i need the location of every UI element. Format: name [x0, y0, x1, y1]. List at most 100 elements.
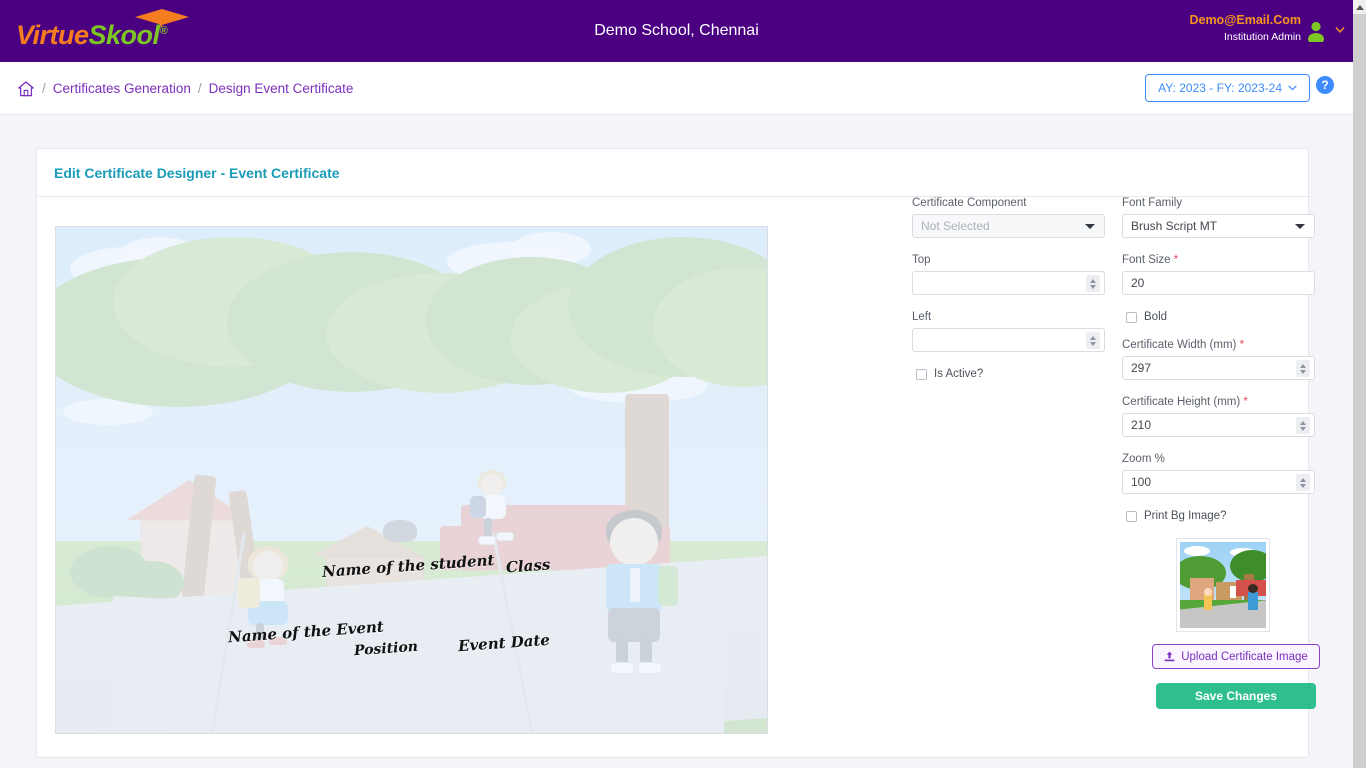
is-active-checkbox[interactable]: [916, 368, 927, 380]
left-stepper[interactable]: [1086, 332, 1100, 349]
user-email: Demo@Email.Com: [1189, 13, 1301, 27]
field-certificate-width: Certificate Width (mm) * 297: [1122, 339, 1315, 380]
bold-label: Bold: [1144, 311, 1168, 323]
field-zoom: Zoom % 100: [1122, 453, 1315, 494]
app-logo[interactable]: VirtueSkool®: [16, 6, 226, 56]
academic-year-selector[interactable]: AY: 2023 - FY: 2023-24: [1145, 74, 1310, 102]
home-icon[interactable]: [17, 80, 35, 98]
upload-certificate-image-label: Upload Certificate Image: [1181, 650, 1308, 663]
stepper-up-icon[interactable]: [1300, 420, 1306, 425]
breadcrumb-separator-1: /: [42, 80, 46, 96]
top-input[interactable]: [921, 275, 1071, 291]
zoom-label: Zoom %: [1122, 453, 1165, 465]
field-certificate-height: Certificate Height (mm) * 210: [1122, 396, 1315, 437]
logo-virtue: Virtue: [16, 20, 89, 50]
left-input-wrapper[interactable]: [912, 328, 1105, 352]
breadcrumb-item-certificates-generation[interactable]: Certificates Generation: [53, 81, 191, 96]
zoom-value: 100: [1131, 475, 1152, 489]
vertical-scrollbar[interactable]: [1353, 0, 1366, 768]
breadcrumb: / Certificates Generation / Design Event…: [42, 78, 353, 98]
user-role: Institution Admin: [1223, 30, 1301, 43]
font-family-value: Brush Script MT: [1131, 219, 1218, 233]
breadcrumb-item-current: Design Event Certificate: [208, 80, 354, 96]
certificate-width-input-wrapper[interactable]: 297: [1122, 356, 1315, 380]
academic-year-label: AY: 2023 - FY: 2023-24: [1158, 81, 1282, 95]
field-font-family: Font Family Brush Script MT: [1122, 197, 1315, 238]
bold-checkbox[interactable]: [1126, 311, 1137, 323]
zoom-stepper[interactable]: [1296, 474, 1310, 491]
certificate-component-select[interactable]: Not Selected: [912, 214, 1105, 238]
certificate-component-label: Certificate Component: [912, 197, 1027, 209]
certificate-background-image: [56, 227, 767, 733]
certificate-image-thumbnail[interactable]: [1176, 538, 1270, 632]
avatar-icon[interactable]: [1305, 20, 1327, 42]
certificate-height-stepper[interactable]: [1296, 417, 1310, 434]
stepper-down-icon[interactable]: [1090, 341, 1096, 346]
graduation-cap-icon: [135, 9, 189, 27]
field-is-active[interactable]: Is Active?: [916, 368, 1105, 380]
stepper-up-icon[interactable]: [1300, 477, 1306, 482]
top-header: VirtueSkool® Demo School, Chennai Demo@E…: [0, 0, 1353, 62]
top-label: Top: [912, 254, 931, 266]
upload-icon: [1164, 651, 1175, 662]
user-info[interactable]: Demo@Email.Com Institution Admin: [1189, 13, 1301, 44]
thumbnail-scene: [1180, 542, 1266, 628]
is-active-label: Is Active?: [934, 368, 984, 380]
font-size-label-text: Font Size: [1122, 254, 1171, 266]
stepper-up-icon[interactable]: [1090, 278, 1096, 283]
field-left: Left: [912, 311, 1105, 352]
certificate-height-label-text: Certificate Height (mm): [1122, 396, 1241, 408]
font-size-required-marker: *: [1173, 254, 1179, 266]
certificate-component-value: Not Selected: [921, 219, 990, 233]
field-certificate-component: Certificate Component Not Selected: [912, 197, 1105, 238]
left-input[interactable]: [921, 332, 1071, 348]
form-column-left: Certificate Component Not Selected Top L…: [912, 197, 1105, 396]
field-font-size: Font Size * 20: [1122, 254, 1315, 295]
certificate-width-label-text: Certificate Width (mm): [1122, 339, 1237, 351]
top-stepper[interactable]: [1086, 275, 1100, 292]
upload-certificate-image-button[interactable]: Upload Certificate Image: [1152, 644, 1320, 669]
font-family-select[interactable]: Brush Script MT: [1122, 214, 1315, 238]
chevron-down-icon: [1288, 85, 1297, 91]
top-input-wrapper[interactable]: [912, 271, 1105, 295]
card-title: Edit Certificate Designer - Event Certif…: [54, 164, 340, 181]
scroll-up-button[interactable]: [1353, 0, 1366, 14]
zoom-input-wrapper[interactable]: 100: [1122, 470, 1315, 494]
certificate-width-stepper[interactable]: [1296, 360, 1310, 377]
font-family-label: Font Family: [1122, 197, 1183, 209]
certificate-preview-canvas[interactable]: Name of the student Class Name of the Even…: [55, 226, 768, 734]
logo-text: VirtueSkool®: [16, 6, 226, 60]
field-print-bg-image[interactable]: Print Bg Image?: [1126, 510, 1315, 522]
certificate-designer-card: Edit Certificate Designer - Event Certif…: [36, 148, 1320, 758]
print-bg-image-checkbox[interactable]: [1126, 510, 1137, 522]
font-size-label: Font Size *: [1122, 254, 1315, 266]
certificate-height-label: Certificate Height (mm) *: [1122, 396, 1315, 408]
card-body: Name of the student Class Name of the Even…: [37, 197, 1320, 758]
font-size-input-wrapper[interactable]: 20: [1122, 271, 1315, 295]
stepper-up-icon[interactable]: [1300, 363, 1306, 368]
certificate-placeholder[interactable]: Class: [505, 555, 550, 576]
chevron-up-icon: [1355, 4, 1364, 10]
stepper-down-icon[interactable]: [1090, 284, 1096, 289]
stepper-up-icon[interactable]: [1090, 335, 1096, 340]
certificate-height-input-wrapper[interactable]: 210: [1122, 413, 1315, 437]
card-header: Edit Certificate Designer - Event Certif…: [37, 149, 1308, 197]
help-icon[interactable]: ?: [1316, 76, 1334, 94]
left-label: Left: [912, 311, 932, 323]
certificate-height-required-marker: *: [1243, 396, 1248, 408]
form-column-right: Font Family Brush Script MT Font Size * …: [1122, 197, 1320, 709]
chevron-down-icon: [1295, 224, 1305, 229]
chevron-down-icon: [1085, 224, 1095, 229]
certificate-width-required-marker: *: [1239, 339, 1245, 351]
field-bold[interactable]: Bold: [1126, 311, 1315, 323]
field-top: Top: [912, 254, 1105, 295]
save-changes-button[interactable]: Save Changes: [1156, 683, 1316, 709]
font-size-value: 20: [1131, 276, 1145, 290]
user-menu-chevron-down-icon[interactable]: [1335, 26, 1345, 34]
stepper-down-icon[interactable]: [1300, 426, 1306, 431]
stepper-down-icon[interactable]: [1300, 483, 1306, 488]
certificate-width-label: Certificate Width (mm) *: [1122, 339, 1315, 351]
certificate-height-value: 210: [1131, 418, 1152, 432]
stepper-down-icon[interactable]: [1300, 369, 1306, 374]
print-bg-image-label: Print Bg Image?: [1144, 510, 1227, 522]
